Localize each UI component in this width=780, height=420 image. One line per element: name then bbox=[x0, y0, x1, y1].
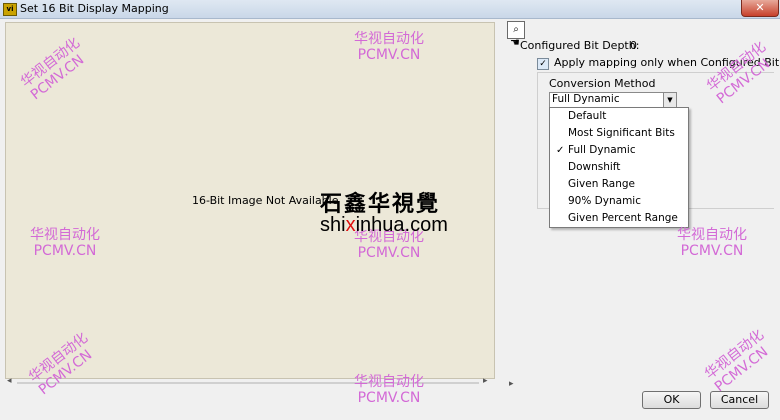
window-title: Set 16 Bit Display Mapping bbox=[20, 2, 169, 15]
logo-url-text: shixinhua.com bbox=[320, 214, 448, 236]
chevron-down-icon[interactable]: ▼ bbox=[663, 93, 676, 107]
scroll-right-icon[interactable]: ▸ bbox=[483, 376, 488, 386]
dropdown-option[interactable]: ✓ Full Dynamic bbox=[550, 142, 688, 159]
app-icon: vi bbox=[3, 3, 17, 16]
dropdown-option[interactable]: 90% Dynamic bbox=[550, 193, 688, 210]
dropdown-option[interactable]: Default bbox=[550, 108, 688, 125]
bit-depth-label: Configured Bit Depth: bbox=[520, 39, 640, 52]
checkmark-icon: ✓ bbox=[556, 145, 565, 156]
pan-hand-icon[interactable]: ☚ bbox=[510, 36, 520, 49]
dropdown-option-label: Default bbox=[568, 110, 607, 122]
conversion-method-value: Full Dynamic bbox=[552, 93, 620, 105]
apply-mapping-checkbox[interactable]: ✓ bbox=[537, 58, 549, 70]
watermark: 华视自动化 PCMV.CN bbox=[354, 31, 424, 63]
conversion-method-dropdown: Default Most Significant Bits ✓ Full Dynami… bbox=[549, 107, 689, 228]
dropdown-option[interactable]: Given Percent Range bbox=[550, 210, 688, 227]
ok-button[interactable]: OK bbox=[642, 391, 701, 409]
dropdown-option[interactable]: Most Significant Bits bbox=[550, 125, 688, 142]
cancel-button[interactable]: Cancel bbox=[710, 391, 769, 409]
watermark: 华视自动化 PCMV.CN bbox=[30, 227, 100, 259]
dropdown-option-label: Given Percent Range bbox=[568, 212, 678, 224]
close-button[interactable]: ✕ bbox=[741, 0, 779, 17]
dropdown-option-label: Most Significant Bits bbox=[568, 127, 675, 139]
dropdown-option-label: 90% Dynamic bbox=[568, 195, 641, 207]
logo-url: shixinhua.com bbox=[320, 214, 448, 237]
conversion-method-label: Conversion Method bbox=[549, 77, 656, 90]
dropdown-option-label: Downshift bbox=[568, 161, 621, 173]
image-status-label: 16-Bit Image Not Available bbox=[192, 194, 339, 207]
watermark: 华视自动化 PCMV.CN bbox=[702, 326, 772, 396]
title-bar: vi Set 16 Bit Display Mapping ✕ bbox=[0, 0, 780, 19]
conversion-method-select[interactable]: Full Dynamic ▼ bbox=[549, 92, 677, 108]
logo-watermark: 石鑫华視覺 shixinhua.com bbox=[320, 186, 470, 238]
dropdown-option-label: Given Range bbox=[568, 178, 635, 190]
dropdown-option[interactable]: Downshift bbox=[550, 159, 688, 176]
scroll-right-outer-icon[interactable]: ▸ bbox=[509, 379, 514, 389]
watermark: 华视自动化 PCMV.CN bbox=[677, 227, 747, 259]
watermark: 华视自动化 PCMV.CN bbox=[354, 374, 424, 406]
dropdown-option[interactable]: Given Range bbox=[550, 176, 688, 193]
scroll-left-icon[interactable]: ◂ bbox=[7, 376, 12, 386]
dropdown-option-label: Full Dynamic bbox=[568, 144, 636, 156]
bit-depth-value: 0 bbox=[630, 39, 637, 52]
